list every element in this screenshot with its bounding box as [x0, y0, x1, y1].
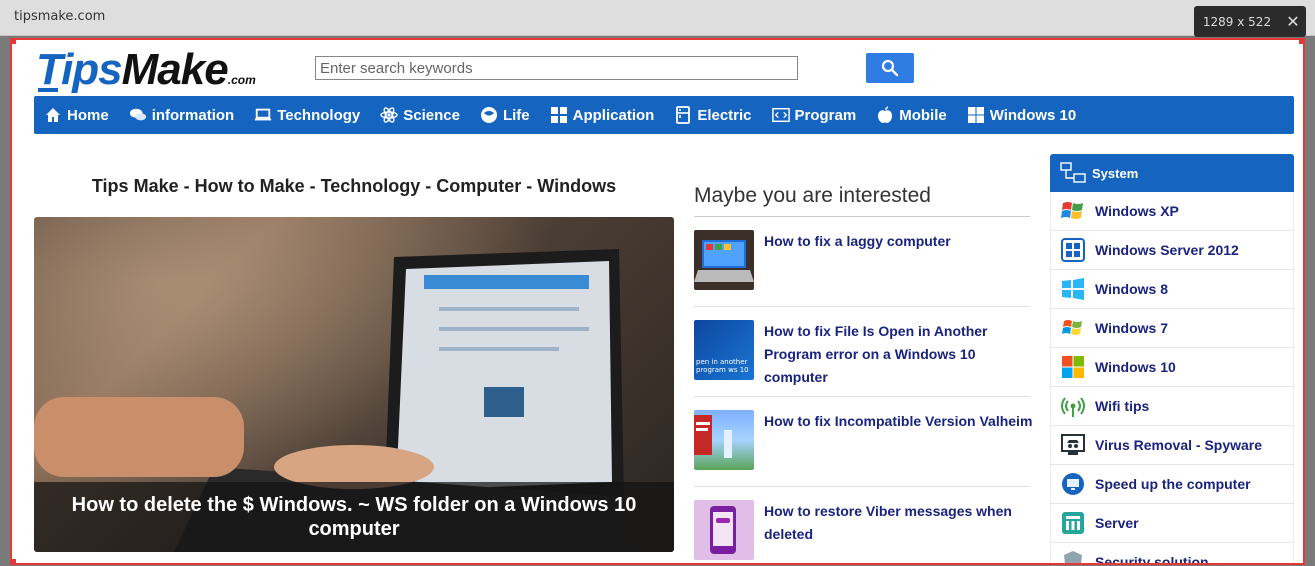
logo-tips: Tips — [36, 45, 123, 94]
sidebar-item-label: Windows 10 — [1095, 359, 1176, 375]
article-thumbnail — [694, 230, 754, 290]
nav-label: Application — [572, 106, 655, 124]
laptop-icon — [254, 106, 272, 124]
sidebar-heading-label: System — [1092, 165, 1139, 181]
nav-item-electric[interactable]: Electric — [674, 96, 752, 134]
interested-heading: Maybe you are interested — [694, 184, 931, 207]
chat-icon — [129, 106, 147, 124]
nav-item-mobile[interactable]: Mobile — [876, 96, 947, 134]
browser-bar: tipsmake.com 1289 x 522 ✕ — [0, 0, 1315, 37]
divider — [694, 216, 1030, 217]
article-title[interactable]: How to fix Incompatible Version Valheim — [764, 410, 1034, 433]
nav-item-application[interactable]: Application — [550, 96, 655, 134]
apps-icon — [550, 106, 568, 124]
windows-8-icon — [1061, 277, 1085, 301]
sidebar-item-label: Speed up the computer — [1095, 476, 1251, 492]
nav-label: Technology — [277, 106, 361, 124]
frame-corner-top-right — [1299, 38, 1305, 44]
sidebar-item-label: Windows 7 — [1095, 320, 1168, 336]
close-icon[interactable]: ✕ — [1280, 6, 1306, 37]
divider — [694, 306, 1030, 307]
article-thumbnail — [694, 410, 754, 470]
windows-7-icon — [1061, 316, 1085, 340]
sidebar-item-label: Wifi tips — [1095, 398, 1150, 414]
site-logo[interactable]: TipsMake.com — [36, 44, 256, 96]
nav-label: Home — [67, 106, 109, 124]
page-frame: TipsMake.com Home information Technology… — [10, 38, 1305, 565]
dimensions-badge: 1289 x 522 — [1194, 6, 1280, 37]
thumbnail-text: pen in another program ws 10 — [696, 358, 749, 374]
home-icon — [44, 106, 62, 124]
url-text[interactable]: tipsmake.com — [14, 9, 105, 24]
search-button[interactable] — [866, 53, 914, 83]
monitor-icon — [1061, 472, 1085, 496]
wifi-icon — [1061, 394, 1085, 418]
windows-xp-icon — [1061, 199, 1085, 223]
nav-item-science[interactable]: Science — [380, 96, 460, 134]
frame-corner-top-left — [10, 38, 16, 44]
nav-item-life[interactable]: Life — [480, 96, 530, 134]
nav-label: Electric — [697, 106, 752, 124]
sidebar-item-label: Windows 8 — [1095, 281, 1168, 297]
spy-icon — [1061, 433, 1085, 457]
globe-icon — [480, 106, 498, 124]
search-input[interactable] — [315, 56, 798, 80]
nav-item-home[interactable]: Home — [44, 96, 109, 134]
nav-label: Science — [403, 106, 460, 124]
article-title[interactable]: How to restore Viber messages when delet… — [764, 500, 1034, 546]
logo-com: .com — [227, 73, 256, 87]
sidebar-item-label: Windows Server 2012 — [1095, 242, 1239, 258]
code-icon — [771, 106, 790, 124]
sidebar-list: Windows XP Windows Server 2012 Windows 8… — [1050, 192, 1294, 565]
windows-server-icon — [1061, 238, 1085, 262]
hero-caption: How to delete the $ Windows. ~ WS folder… — [34, 482, 674, 552]
nav-item-windows-10[interactable]: Windows 10 — [967, 96, 1077, 134]
nav-label: Mobile — [899, 106, 947, 124]
logo-underline — [38, 88, 58, 92]
nav-item-technology[interactable]: Technology — [254, 96, 360, 134]
article-title[interactable]: How to fix a laggy computer — [764, 230, 1034, 253]
server-icon — [1061, 511, 1085, 535]
sidebar-item-windows-8[interactable]: Windows 8 — [1050, 270, 1294, 309]
article-thumbnail: pen in another program ws 10 — [694, 320, 754, 380]
sidebar-item-server[interactable]: Server — [1050, 504, 1294, 543]
article-title[interactable]: How to fix File Is Open in Another Progr… — [764, 320, 1034, 389]
sidebar-item-windows-10[interactable]: Windows 10 — [1050, 348, 1294, 387]
atom-icon — [380, 106, 398, 124]
nav-label: information — [151, 106, 235, 124]
search-icon — [881, 59, 899, 77]
article-thumbnail — [694, 500, 754, 560]
nav-label: Life — [502, 106, 530, 124]
shield-icon — [1061, 550, 1085, 563]
windows-10-icon — [1061, 355, 1085, 379]
sidebar-item-security[interactable]: Security solution — [1050, 543, 1294, 565]
divider — [694, 486, 1030, 487]
sidebar-item-label: Windows XP — [1095, 203, 1179, 219]
sidebar-item-label: Security solution — [1095, 554, 1209, 565]
divider — [694, 396, 1030, 397]
main-nav: Home information Technology Science Life… — [34, 96, 1294, 134]
nav-item-information[interactable]: information — [129, 96, 235, 134]
nav-label: Program — [794, 106, 857, 124]
frame-corner-bottom-left — [10, 559, 16, 565]
nav-label: Windows 10 — [989, 106, 1077, 124]
logo-make: Make — [121, 45, 229, 94]
sidebar-item-windows-7[interactable]: Windows 7 — [1050, 309, 1294, 348]
featured-article[interactable]: How to delete the $ Windows. ~ WS folder… — [34, 217, 674, 552]
sidebar-item-virus-removal[interactable]: Virus Removal - Spyware — [1050, 426, 1294, 465]
fridge-icon — [674, 106, 692, 124]
sidebar-heading[interactable]: System — [1050, 154, 1294, 192]
sidebar-item-speed-up[interactable]: Speed up the computer — [1050, 465, 1294, 504]
sidebar-item-wifi-tips[interactable]: Wifi tips — [1050, 387, 1294, 426]
sidebar-item-label: Virus Removal - Spyware — [1095, 437, 1263, 453]
network-icon — [1060, 162, 1086, 183]
windows-icon — [967, 106, 985, 124]
sidebar-item-windows-xp[interactable]: Windows XP — [1050, 192, 1294, 231]
apple-icon — [876, 106, 894, 124]
sidebar-item-label: Server — [1095, 515, 1139, 531]
page-title: Tips Make - How to Make - Technology - C… — [91, 176, 617, 196]
sidebar-item-windows-server-2012[interactable]: Windows Server 2012 — [1050, 231, 1294, 270]
nav-item-program[interactable]: Program — [771, 96, 857, 134]
